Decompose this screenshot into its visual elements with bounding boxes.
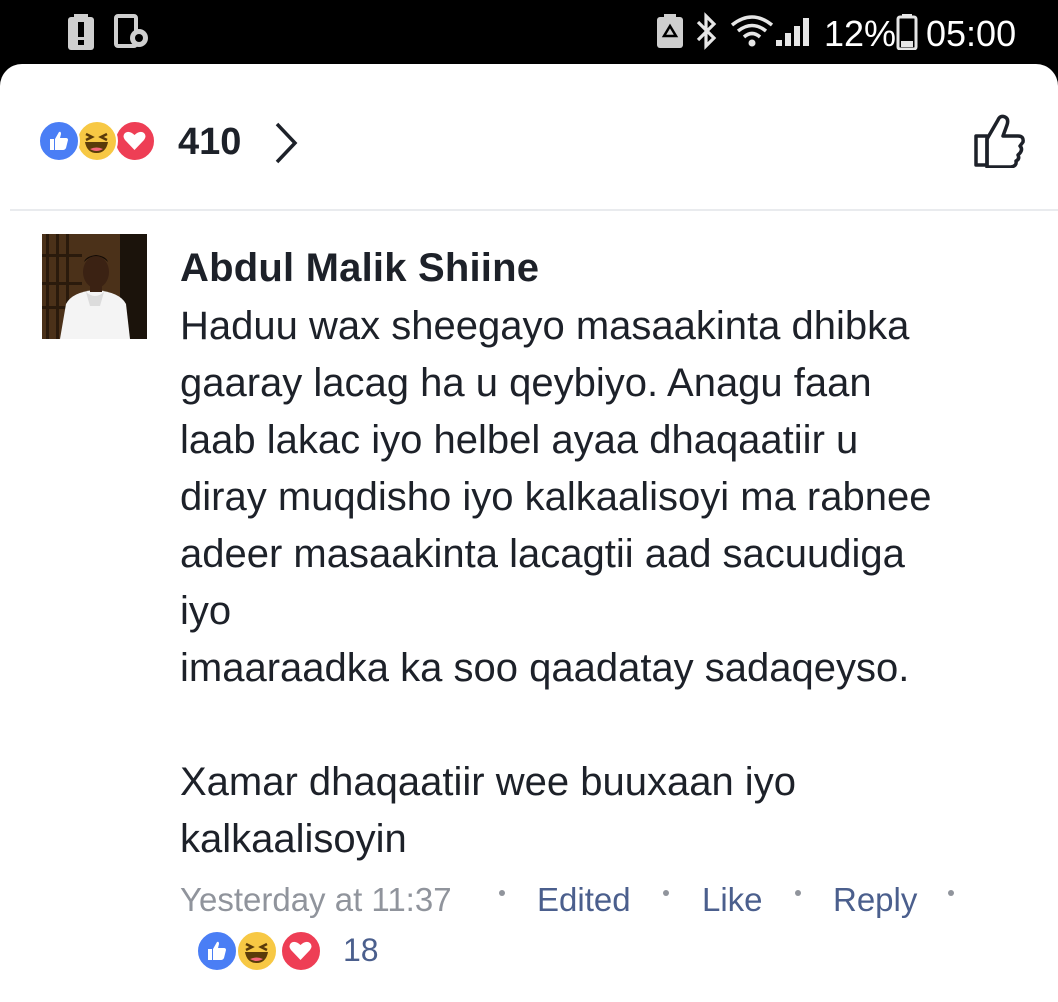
reply-link[interactable]: Reply xyxy=(833,878,917,922)
battery-icon xyxy=(896,14,918,55)
wifi-icon xyxy=(730,14,774,53)
separator-dot xyxy=(948,890,954,896)
chevron-right-icon[interactable] xyxy=(272,120,300,171)
screenshot-icon xyxy=(112,14,152,55)
comment-line: kalkaalisoyin xyxy=(180,817,407,861)
love-icon xyxy=(114,120,156,162)
comment-line: Haduu wax sheegayo masaakinta dhibka xyxy=(180,304,910,348)
battery-percent: 12% xyxy=(824,13,897,54)
clock: 05:00 xyxy=(926,13,1017,54)
comment-line: diray muqdisho iyo kalkaalisoyi ma rabne… xyxy=(180,475,932,519)
like-icon xyxy=(196,930,238,972)
reaction-count[interactable]: 410 xyxy=(178,117,241,167)
comment-line: Xamar dhaqaatiir wee buuxaan iyo xyxy=(180,760,796,804)
haha-icon xyxy=(236,930,278,972)
separator-dot xyxy=(663,890,669,896)
haha-icon xyxy=(76,120,118,162)
separator-dot xyxy=(795,890,801,896)
like-link[interactable]: Like xyxy=(702,878,763,922)
like-icon xyxy=(38,120,80,162)
comment-reaction-count[interactable]: 18 xyxy=(343,928,379,972)
bluetooth-icon xyxy=(694,12,718,55)
comment-line: laab lakac iyo helbel ayaa dhaqaatiir u xyxy=(180,418,859,462)
love-icon xyxy=(280,930,322,972)
comment-text: Haduu wax sheegayo masaakinta dhibka gaa… xyxy=(180,298,1050,868)
recycle-icon xyxy=(656,14,684,53)
comment-line: iyo xyxy=(180,589,232,633)
comment-timestamp[interactable]: Yesterday at 11:37 xyxy=(180,878,452,922)
thumbs-up-outline-icon[interactable] xyxy=(972,112,1030,173)
comment-line: imaaraadka ka soo qaadatay sadaqeyso. xyxy=(180,646,910,690)
battery-alert-icon xyxy=(66,14,96,55)
comment-line: adeer masaakinta lacagtii aad sacuudiga xyxy=(180,532,905,576)
separator-dot xyxy=(499,890,505,896)
status-bar: 12% 05:00 xyxy=(0,0,1058,66)
edited-link[interactable]: Edited xyxy=(537,878,631,922)
comment-line xyxy=(180,697,1050,754)
signal-icon xyxy=(774,14,814,53)
comment-line: gaaray lacag ha u qeybiyo. Anagu faan xyxy=(180,361,872,405)
avatar[interactable] xyxy=(42,234,147,339)
divider xyxy=(10,209,1058,211)
comment-author[interactable]: Abdul Malik Shiine xyxy=(180,244,539,292)
